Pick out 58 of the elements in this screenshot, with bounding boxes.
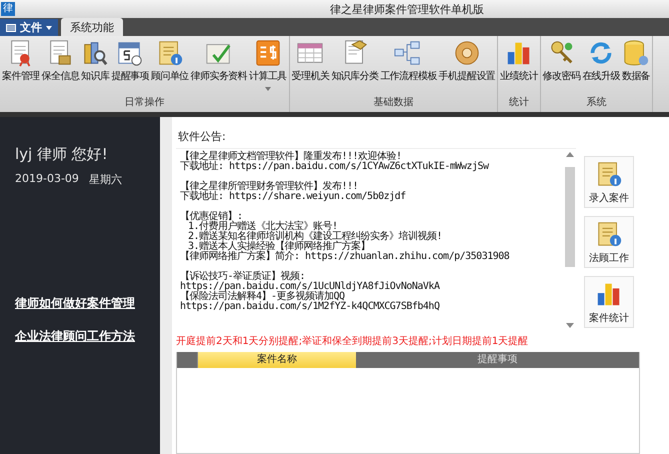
group-label: 日常操作 — [123, 96, 166, 110]
ribbon-button[interactable]: 知识库 — [80, 36, 110, 95]
date-text: 2019-03-09 — [15, 172, 79, 187]
sidebar-link[interactable]: 律师如何做好案件管理 — [15, 295, 135, 312]
database-icon — [622, 39, 650, 67]
caret-icon — [46, 26, 52, 30]
window-title: 律之星律师案件管理软件单机版 — [330, 2, 484, 16]
ribbon-tab[interactable]: 系统功能 — [61, 18, 123, 36]
group-label: 基础数据 — [372, 96, 414, 110]
ribbon-button[interactable]: 修改密码 — [542, 36, 582, 95]
column-header[interactable]: 提醒事项 — [356, 352, 639, 368]
scroll-down-icon — [566, 323, 574, 328]
notice-line: 下载地址: https://pan.baidu.com/s/1CYAwZ6ctXTukIE-mWwzjSw — [180, 162, 490, 172]
ribbon-button[interactable]: 受理机关 — [290, 36, 330, 95]
gear-icon — [452, 39, 481, 67]
column-header[interactable]: 案件名称 — [198, 352, 356, 368]
menu-icon — [6, 24, 16, 32]
notice-line: https://pan.baidu.com/s/1UcUNldjYA8fJiOvNoNaVkA — [180, 282, 441, 292]
notice-title: 软件公告: — [177, 129, 227, 145]
notice-line: 下载地址: https://share.weiyun.com/5b0zjdf — [180, 192, 407, 202]
notice-line: https://pan.baidu.com/s/1M2fYZ-k4QCMXCG7SBfb4hQ — [180, 302, 440, 312]
ribbon-button[interactable]: 业绩统计 — [499, 36, 539, 95]
notice-line: 【律师网络推广方案】简介: https://zhuanlan.zhihu.com/p/35031908 — [180, 252, 510, 262]
notice-line: 【诉讼技巧-举证质证】视频: — [180, 272, 306, 282]
ribbon-button[interactable]: 提醒事项 — [110, 36, 150, 95]
notice-line: 【保险法司法解释4】-更多视频请加QQ — [180, 292, 345, 302]
file-menu-button[interactable]: 文件 — [0, 19, 58, 36]
notice-line: 3.赠送本人实操经验【律师网络推广方案】 — [188, 242, 370, 252]
scrollbar[interactable] — [564, 152, 576, 328]
greeting-text: lyj 律师 您好! — [15, 145, 109, 164]
quick-action-button[interactable]: 法顾工作 — [584, 216, 634, 268]
ribbon-button[interactable]: 顾问单位 — [150, 36, 190, 95]
ribbon-button[interactable]: 工作流程模板 — [379, 36, 438, 95]
ribbon-button[interactable]: 手机提醒设置 — [438, 36, 496, 95]
weekday-text: 星期六 — [88, 172, 122, 187]
group-label: 统计 — [508, 96, 530, 110]
ribbon-button[interactable]: 律师实务资料 — [190, 36, 248, 95]
ribbon-button[interactable]: 保全信息 — [40, 36, 80, 95]
quick-action-button[interactable]: 录入案件 — [584, 156, 634, 208]
notice-line: 2.赠送某知名律师培训机构《建设工程纠纷实务》培训视频! — [187, 232, 444, 242]
flowchart-icon — [394, 39, 422, 67]
notice-line: 【优惠促销】: — [180, 212, 243, 222]
calculator-dollar-icon — [254, 39, 282, 67]
sidebar-link[interactable]: 企业法律顾问工作方法 — [15, 328, 135, 345]
notice-line: 【律之星律所管理财务管理软件】发布!!! — [180, 182, 358, 192]
reminder-note: 开庭提前2天和1天分别提醒;举证和保全到期提前3天提醒;计划日期提前1天提醒 — [176, 334, 530, 348]
ribbon-button[interactable]: 知识库分类 — [330, 36, 380, 95]
scroll-thumb[interactable] — [565, 167, 575, 268]
quick-action-button[interactable]: 案件统计 — [584, 276, 634, 328]
scroll-up-icon — [566, 152, 574, 157]
group-label: 系统 — [585, 96, 608, 110]
ribbon-button[interactable]: 计算工具 — [248, 36, 288, 95]
ribbon-button[interactable]: 案件管理 — [1, 36, 41, 95]
notice-line: 1.付费用户赠送《北大法宝》账号! — [187, 222, 338, 232]
app-logo: 律 — [1, 2, 15, 16]
ribbon-button[interactable]: 数据备 — [620, 36, 652, 95]
notice-line: 【律之星律师文档管理软件】隆重发布!!!欢迎体验! — [180, 152, 402, 162]
ribbon-button[interactable]: 在线升级 — [581, 36, 621, 95]
